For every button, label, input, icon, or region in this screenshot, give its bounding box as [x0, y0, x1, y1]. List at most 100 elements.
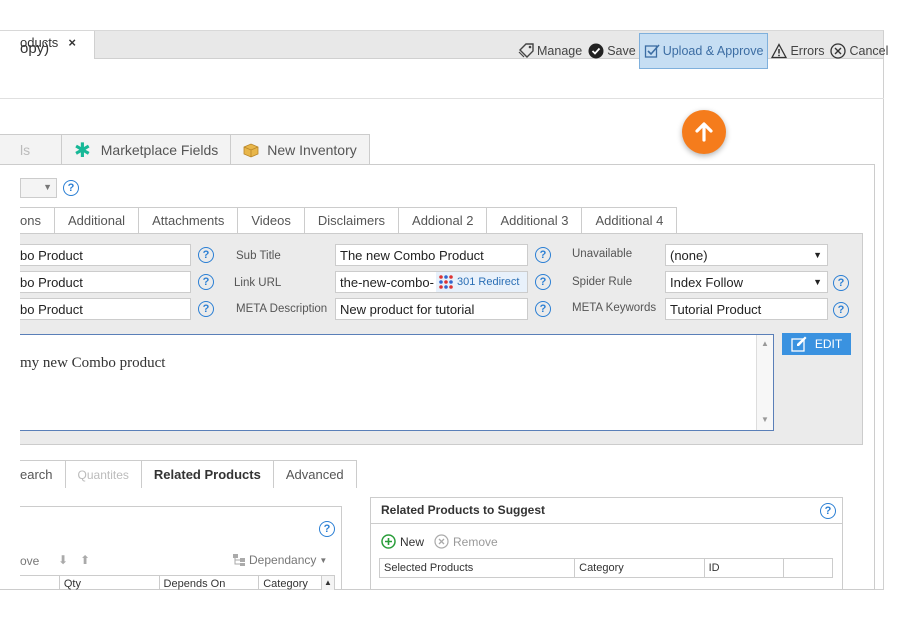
close-icon[interactable]: ×	[68, 35, 76, 50]
tab-new-inventory[interactable]: New Inventory	[230, 134, 370, 164]
cancel-label: Cancel	[849, 44, 889, 58]
help-icon[interactable]: ?	[198, 301, 214, 317]
tab-advanced-label: Advanced	[285, 467, 344, 482]
tab-videos[interactable]: Videos	[237, 207, 305, 233]
checkbox-icon	[644, 44, 660, 58]
tab-search-label: earch	[20, 467, 53, 482]
tab-additional[interactable]: Additional	[53, 207, 140, 233]
dots-grid-icon	[439, 275, 453, 289]
unavailable-select[interactable]: (none) ▼	[665, 244, 828, 266]
unavailable-label: Unavailable	[572, 248, 633, 260]
cancel-button[interactable]: Cancel	[827, 33, 891, 69]
box-icon	[243, 143, 259, 157]
tab-additional-4[interactable]: Additional 4	[581, 207, 678, 233]
chevron-down-icon: ▼	[43, 182, 52, 192]
help-icon[interactable]: ?	[198, 274, 214, 290]
help-icon[interactable]: ?	[63, 180, 79, 196]
tab-marketplace-fields[interactable]: ✱ Marketplace Fields	[61, 134, 232, 164]
dependancy-button[interactable]: Dependancy ▼	[232, 553, 327, 567]
description-editor[interactable]: my new Combo product ▲ ▼	[20, 334, 774, 431]
tab-addional-2[interactable]: Addional 2	[398, 207, 488, 233]
unavailable-value: (none)	[670, 248, 708, 263]
tab-marketplace-fields-label: Marketplace Fields	[100, 141, 219, 158]
tab-additional-3[interactable]: Additional 3	[486, 207, 583, 233]
column-selected-products[interactable]: Selected Products	[380, 559, 576, 577]
related-toolbar: New Remove	[381, 534, 498, 549]
arrow-up-icon	[682, 110, 726, 154]
help-icon[interactable]: ?	[820, 503, 836, 519]
meta-keywords-label: META Keywords	[572, 302, 657, 314]
manage-button[interactable]: Manage	[515, 33, 585, 69]
spider-rule-label: Spider Rule	[572, 276, 633, 288]
tab-videos-label: Videos	[251, 213, 291, 228]
tab-additional-label: Additional	[67, 213, 126, 228]
help-icon[interactable]: ?	[833, 275, 849, 291]
sub-title-field[interactable]: The new Combo Product	[335, 244, 528, 266]
tab-options[interactable]: ons	[20, 207, 55, 233]
type-select[interactable]: ▼	[20, 178, 57, 198]
move-down-icon[interactable]: ⬇	[58, 553, 68, 567]
upload-approve-label: Upload & Approve	[662, 44, 764, 58]
meta-keywords-field[interactable]: Tutorial Product	[665, 298, 828, 320]
scroll-up-icon[interactable]: ▲	[761, 339, 769, 348]
page-title: opy)	[20, 40, 50, 57]
section-tabs: ls ✱ Marketplace Fields New Inventory	[0, 134, 370, 164]
column-depends-on[interactable]: Depends On	[160, 576, 260, 591]
tab-advanced[interactable]: Advanced	[272, 460, 357, 488]
edit-button[interactable]: EDIT	[782, 333, 851, 355]
move-up-icon[interactable]: ⬆	[80, 553, 90, 567]
spider-rule-select[interactable]: Index Follow ▼	[665, 271, 828, 293]
spider-rule-value: Index Follow	[670, 275, 743, 290]
scroll-down-icon[interactable]: ▼	[761, 415, 769, 424]
move-button[interactable]: ove	[20, 554, 39, 568]
help-icon[interactable]: ?	[319, 521, 335, 537]
help-icon[interactable]: ?	[198, 247, 214, 263]
column-qty[interactable]: Qty	[60, 576, 160, 591]
help-icon[interactable]: ?	[535, 247, 551, 263]
remove-label: Remove	[453, 534, 498, 549]
link-url-value: the-new-combo-	[340, 275, 434, 290]
toolbar: Manage Save Upload & Approve Errors Canc…	[515, 33, 891, 69]
edit-icon	[791, 336, 807, 352]
errors-label: Errors	[790, 44, 825, 58]
scrollbar[interactable]: ▲ ▼	[756, 335, 773, 430]
tab-attachments[interactable]: Attachments	[138, 207, 239, 233]
tab-related-products[interactable]: Related Products	[140, 460, 274, 488]
grid-scrollbar[interactable]: ▲	[321, 575, 335, 591]
asterisk-icon: ✱	[74, 140, 91, 162]
related-products-title: Related Products to Suggest	[381, 503, 546, 517]
detail-tabs: ons Additional Attachments Videos Discla…	[20, 207, 678, 233]
name-field-2[interactable]: bo Product	[20, 271, 191, 293]
tab-quantites[interactable]: Quantites	[64, 460, 142, 488]
remove-button[interactable]: Remove	[434, 534, 498, 549]
errors-button[interactable]: Errors	[768, 33, 827, 69]
tab-search[interactable]: earch	[20, 460, 66, 488]
tab-addional-2-label: Addional 2	[412, 213, 474, 228]
help-icon[interactable]: ?	[535, 274, 551, 290]
remove-circle-icon	[434, 534, 449, 549]
help-icon[interactable]: ?	[535, 301, 551, 317]
grid-header: Qty Depends On Category	[20, 575, 334, 591]
chevron-down-icon: ▼	[813, 250, 822, 260]
meta-description-field[interactable]: New product for tutorial	[335, 298, 528, 320]
tab-details[interactable]: ls	[0, 134, 62, 164]
sub-title-label: Sub Title	[236, 250, 281, 262]
name-field-3[interactable]: bo Product	[20, 298, 191, 320]
name-field-1[interactable]: bo Product	[20, 244, 191, 266]
save-button[interactable]: Save	[585, 33, 639, 69]
upload-approve-button[interactable]: Upload & Approve	[638, 33, 769, 69]
plus-circle-icon	[381, 534, 396, 549]
bottom-tabs: earch Quantites Related Products Advance…	[20, 460, 357, 488]
column-category[interactable]: Category	[575, 559, 705, 577]
tab-disclaimers[interactable]: Disclaimers	[303, 207, 400, 233]
new-label: New	[400, 534, 425, 549]
new-button[interactable]: New	[381, 534, 424, 549]
left-grid-panel: ? ove ⬇ ⬆ Dependancy ▼ Qty Depends On Ca…	[20, 506, 342, 591]
tab-quantites-label: Quantites	[77, 467, 129, 482]
tag-icon	[518, 43, 534, 58]
description-text: my new Combo product	[20, 355, 166, 371]
dependancy-label: Dependancy	[249, 553, 317, 567]
redirect-button[interactable]: 301 Redirect	[436, 272, 527, 292]
help-icon[interactable]: ?	[833, 302, 849, 318]
column-id[interactable]: ID	[705, 559, 785, 577]
